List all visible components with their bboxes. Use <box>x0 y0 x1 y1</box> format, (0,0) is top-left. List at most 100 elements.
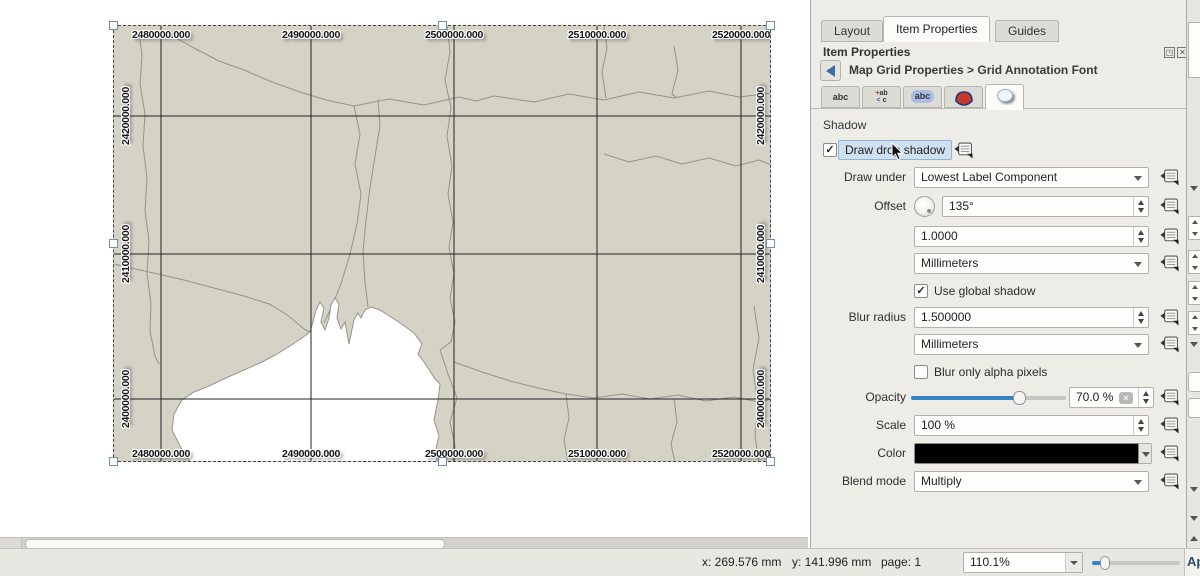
chevron-down-icon <box>1134 176 1142 181</box>
panel-title: Item Properties <box>823 45 910 59</box>
opacity-slider[interactable] <box>911 396 1066 400</box>
offset-distance-row: 1.0000 <box>811 226 1187 248</box>
zoom-slider-handle[interactable] <box>1100 556 1110 570</box>
tab-text-format[interactable]: abc <box>821 86 860 108</box>
chevron-down-icon <box>1190 186 1198 191</box>
selection-handle-bottom-center[interactable] <box>438 457 447 466</box>
grid-annotation-x: 2490000.000 <box>282 29 340 41</box>
shadow-ellipse-icon <box>997 89 1013 102</box>
layout-canvas[interactable]: 2480000.0002480000.0002490000.0002490000… <box>0 0 810 537</box>
page-readout: page: 1 <box>881 549 921 576</box>
grid-annotation-x: 2480000.000 <box>132 448 190 460</box>
back-button[interactable] <box>820 60 841 81</box>
blend-mode-value: Multiply <box>921 474 962 488</box>
clipped-button-fragment <box>1188 372 1200 392</box>
chevron-down-icon <box>1070 561 1078 565</box>
zoom-combo-dropdown[interactable] <box>1065 553 1082 572</box>
color-swatch-button[interactable] <box>914 443 1139 464</box>
data-defined-override-icon[interactable] <box>1159 169 1181 186</box>
float-panel-icon[interactable]: ◳ <box>1164 47 1175 58</box>
data-defined-override-icon[interactable] <box>1159 309 1181 326</box>
spin-arrows-icon[interactable] <box>1133 227 1148 246</box>
chevron-down-icon <box>1134 262 1142 267</box>
selection-handle-bottom-right[interactable] <box>766 457 775 466</box>
offset-angle-spinbox[interactable]: 135° <box>942 196 1149 217</box>
blur-only-alpha-label: Blur only alpha pixels <box>934 364 1047 381</box>
data-defined-override-icon[interactable] <box>1159 445 1181 462</box>
chevron-down-icon <box>1190 342 1198 347</box>
draw-drop-shadow-checkbox[interactable]: ✓ <box>823 143 837 157</box>
blur-units-combo[interactable]: Millimeters <box>914 334 1149 355</box>
blur-only-alpha-checkbox[interactable] <box>914 365 928 379</box>
selection-handle-top-right[interactable] <box>766 21 775 30</box>
draw-under-combo[interactable]: Lowest Label Component <box>914 167 1149 188</box>
spin-arrows-icon[interactable] <box>1138 388 1153 407</box>
chevron-down-icon <box>1134 480 1142 485</box>
chevron-up-icon <box>1190 536 1198 541</box>
grid-annotation-x: 2480000.000 <box>132 29 190 41</box>
clipped-apply-text: Ap <box>1184 549 1200 576</box>
opacity-spinbox[interactable]: 70.0 % × <box>1069 387 1154 408</box>
color-dropdown-button[interactable] <box>1139 443 1152 464</box>
tab-layout[interactable]: Layout <box>821 20 883 42</box>
selection-handle-mid-right[interactable] <box>766 239 775 248</box>
blur-units-row: Millimeters <box>811 334 1187 356</box>
grid-annotation-x: 2520000.000 <box>712 448 770 460</box>
data-defined-override-icon[interactable] <box>953 142 975 159</box>
offset-distance-spinbox[interactable]: 1.0000 <box>914 226 1149 247</box>
data-defined-override-icon[interactable] <box>1159 228 1181 245</box>
use-global-shadow-label: Use global shadow <box>934 283 1035 300</box>
clipped-spinbox-fragment <box>1188 216 1200 240</box>
spin-arrows-icon[interactable] <box>1133 416 1148 435</box>
draw-under-row: Draw under Lowest Label Component <box>811 167 1187 189</box>
offset-dial[interactable] <box>914 196 935 217</box>
selection-handle-bottom-left[interactable] <box>109 457 118 466</box>
clipped-button-fragment <box>1188 398 1200 418</box>
use-global-shadow-checkbox[interactable]: ✓ <box>914 284 928 298</box>
back-arrow-icon <box>826 65 835 77</box>
tab-formatted-numbers[interactable]: ++abab< c <box>862 86 901 108</box>
clipped-spinbox-fragment <box>1188 281 1200 305</box>
clear-value-icon[interactable]: × <box>1119 392 1133 404</box>
panel-tab-bar: Layout Item Properties Guides <box>811 0 1186 42</box>
spin-arrows-icon[interactable] <box>1133 197 1148 216</box>
blur-radius-spinbox[interactable]: 1.500000 <box>914 307 1149 328</box>
map-item[interactable]: 2480000.0002480000.0002490000.0002490000… <box>113 25 771 462</box>
scale-value: 100 % <box>921 418 955 432</box>
scale-label: Scale <box>811 415 906 436</box>
tab-buffer[interactable]: abc <box>903 86 942 108</box>
scale-spinbox[interactable]: 100 % <box>914 415 1149 436</box>
zoom-slider[interactable] <box>1092 555 1180 571</box>
spin-arrows-icon[interactable] <box>1133 308 1148 327</box>
tab-background[interactable] <box>944 86 983 108</box>
offset-units-value: Millimeters <box>921 256 978 270</box>
zoom-level-combo[interactable]: 110.1% <box>963 552 1083 573</box>
grid-annotation-y: 2420000.000 <box>755 87 767 145</box>
blur-radius-label: Blur radius <box>811 307 906 328</box>
color-row: Color <box>811 443 1187 465</box>
data-defined-override-icon[interactable] <box>1159 255 1181 272</box>
opacity-slider-handle[interactable] <box>1013 391 1026 405</box>
selection-handle-mid-left[interactable] <box>109 239 118 248</box>
selection-handle-top-left[interactable] <box>109 21 118 30</box>
grid-annotation-x: 2500000.000 <box>425 448 483 460</box>
data-defined-override-icon[interactable] <box>1159 473 1181 490</box>
chevron-down-icon <box>1190 487 1198 492</box>
data-defined-override-icon[interactable] <box>1159 417 1181 434</box>
grid-annotation-x: 2510000.000 <box>568 448 626 460</box>
tab-shadow[interactable] <box>985 84 1024 110</box>
opacity-label: Opacity <box>811 387 906 408</box>
status-bar: x: 269.576 mm y: 141.996 mm page: 1 110.… <box>0 548 1200 576</box>
data-defined-override-icon[interactable] <box>1159 336 1181 353</box>
tab-guides[interactable]: Guides <box>995 20 1059 42</box>
text-format-icon: abc <box>833 92 849 102</box>
data-defined-override-icon[interactable] <box>1159 389 1181 406</box>
blend-mode-combo[interactable]: Multiply <box>914 471 1149 492</box>
blur-only-alpha-row: Blur only alpha pixels <box>811 364 1187 386</box>
data-defined-override-icon[interactable] <box>1159 198 1181 215</box>
offset-units-row: Millimeters <box>811 253 1187 275</box>
tab-item-properties[interactable]: Item Properties <box>883 16 990 42</box>
offset-units-combo[interactable]: Millimeters <box>914 253 1149 274</box>
grid-annotation-y: 2410000.000 <box>120 225 132 283</box>
selection-handle-top-center[interactable] <box>438 21 447 30</box>
